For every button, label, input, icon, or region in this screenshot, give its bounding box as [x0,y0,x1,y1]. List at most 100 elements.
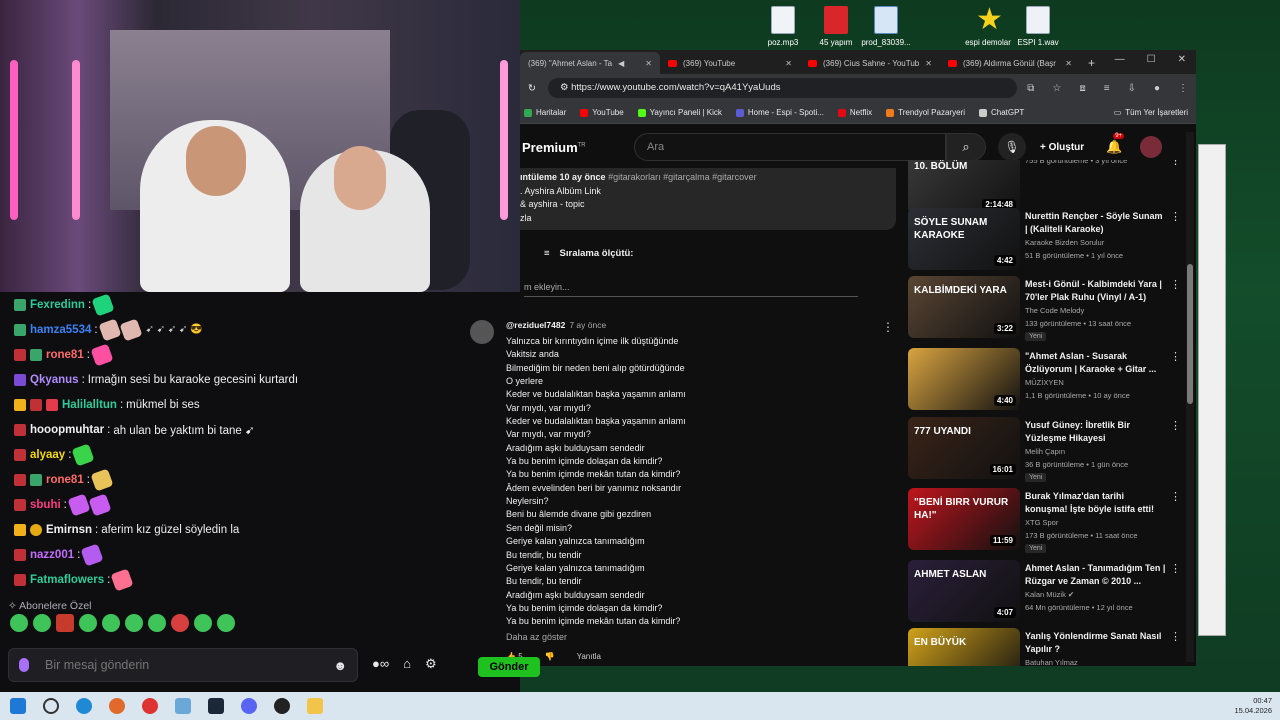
chrome-icon[interactable] [142,698,158,714]
file-explorer-icon[interactable] [307,698,323,714]
emote[interactable] [171,614,189,632]
video-title[interactable]: Mest-i Gönül - Kalbimdeki Yara | 70'ler … [1025,278,1167,304]
emote-icon[interactable] [110,567,134,592]
video-title[interactable]: Nurettin Rençber - Söyle Sunam | (Kalite… [1025,210,1167,236]
search-input[interactable]: Ara [634,133,946,161]
mod-badge-icon[interactable] [30,398,42,411]
emote-icon[interactable] [88,492,112,517]
bookmark-item[interactable]: Home - Espi - Spoti... [735,108,824,117]
chat-username[interactable]: nazz001 [30,549,74,561]
tab-aldirma-gonul[interactable]: (369) Aldırma Gönül (Başr ✕ [940,52,1080,74]
chat-username[interactable]: sbuhi [30,499,61,511]
install-icon[interactable]: ⧉ [1027,83,1034,94]
reply-button[interactable]: Yanıtla [577,652,601,661]
emote[interactable] [148,614,166,632]
one-badge-icon[interactable] [30,523,42,536]
microphone-icon[interactable]: 🎙 [998,133,1026,161]
video-thumbnail[interactable]: 10. BÖLÜM 2:14:48 [908,160,1020,214]
close-icon[interactable]: ✕ [1065,59,1072,68]
emote[interactable] [125,614,143,632]
avatar[interactable] [470,320,494,344]
minimize-icon[interactable]: — [1115,54,1125,65]
close-icon[interactable]: ✕ [925,59,932,68]
sub-badge-icon[interactable] [30,473,42,486]
video-thumbnail[interactable]: KALBİMDEKİ YARA 3:22 [908,276,1020,338]
video-thumbnail[interactable]: EN BÜYÜK [908,628,1020,666]
edge-icon[interactable] [76,698,92,714]
scrollbar[interactable] [1186,132,1194,662]
more-options-icon[interactable]: ⋮ [1170,630,1181,643]
steam-icon[interactable] [208,698,224,714]
chat-username[interactable]: Fexredinn [30,299,85,311]
reload-icon[interactable]: ↻ [528,83,536,94]
mod-badge-icon[interactable] [14,473,26,486]
scrollbar-thumb[interactable] [1187,264,1193,404]
chat-username[interactable]: Fatmaflowers [30,574,104,586]
bookmark-star-icon[interactable]: ☆ [1052,83,1061,94]
chat-username[interactable]: hamza5534 [30,324,91,336]
video-thumbnail[interactable]: 777 UYANDI 16:01 [908,417,1020,479]
chat-username[interactable]: hooopmuhtar [30,424,104,436]
desktop-icon-wav[interactable]: ESPI 1.wav [1008,6,1068,47]
bookmark-item[interactable]: ChatGPT [978,108,1024,117]
recommended-video[interactable]: 4:40 "Ahmet Aslan - Susarak Özlüyorum | K… [908,348,1184,412]
menu-icon[interactable]: ⋮ [1178,83,1188,94]
emote-icon[interactable] [98,317,122,342]
mod-badge-icon[interactable] [14,498,26,511]
extensions-icon[interactable]: ⧈ [1079,83,1085,94]
maximize-icon[interactable]: ☐ [1147,54,1156,65]
bookmark-item[interactable]: Trendyol Pazaryeri [886,108,965,117]
video-thumbnail[interactable]: SÖYLE SUNAM KARAOKE 4:42 [908,208,1020,270]
sort-comments-button[interactable]: ≡ Sıralama ölçütü: [544,248,633,259]
more-options-icon[interactable]: ⋮ [1170,278,1181,291]
mod-badge-icon[interactable] [14,348,26,361]
emote[interactable] [217,614,235,632]
close-icon[interactable]: ✕ [785,59,792,68]
youtube-logo[interactable]: PremiumTR [522,140,634,155]
more-options-icon[interactable]: ⋮ [1170,562,1181,575]
channel-name[interactable]: Kalan Müzik ✔ [1025,590,1074,599]
chat-username[interactable]: Emirnsn [46,524,92,536]
recommended-video[interactable]: AHMET ASLAN 4:07 Ahmet Aslan - Tanımadığım… [908,560,1184,624]
discord-icon[interactable] [241,698,257,714]
new-tab-button[interactable]: + [1080,56,1103,74]
tab-youtube[interactable]: (369) YouTube ✕ [660,52,800,74]
emote[interactable] [56,614,74,632]
close-icon[interactable]: ✕ [645,59,652,68]
emote-icon[interactable] [90,467,114,492]
video-title[interactable]: Ahmet Aslan - Tanımadığım Ten | Rüzgar v… [1025,562,1167,588]
app-icon[interactable] [175,698,191,714]
bookmark-item[interactable]: Haritalar [524,108,566,117]
more-options-icon[interactable]: ⋮ [1170,419,1181,432]
video-title[interactable]: Burak Yılmaz'dan tarihi konuşma! İşte bö… [1025,490,1167,516]
mod-badge-icon[interactable] [14,548,26,561]
bookmark-item[interactable]: YouTube [580,108,624,117]
sub-badge-icon[interactable] [14,298,26,311]
crown-badge-icon[interactable] [14,398,26,411]
video-thumbnail[interactable]: "BENİ BIRR VURUR HA!" 11:59 [908,488,1020,550]
more-options-icon[interactable]: ⋮ [1170,490,1181,503]
recommended-video[interactable]: SÖYLE SUNAM KARAOKE 4:42 Nurettin Rençber … [908,208,1184,272]
mod-badge-icon[interactable] [14,423,26,436]
search-icon[interactable] [43,698,59,714]
sub-badge-icon[interactable] [14,323,26,336]
dislike-icon[interactable]: 👎 [545,652,555,661]
all-bookmarks-button[interactable]: ▭ Tüm Yer İşaretleri [1114,108,1188,117]
desktop-icon-mp3[interactable]: poz.mp3 [753,6,813,47]
recommended-video[interactable]: "BENİ BIRR VURUR HA!" 11:59 Burak Yılmaz'd… [908,488,1184,553]
send-button[interactable]: Gönder [478,657,540,677]
vip-badge-icon[interactable] [14,373,26,386]
video-title[interactable]: Yanlış Yönlendirme Sanatı Nasıl Yapılır … [1025,630,1167,656]
video-thumbnail[interactable]: 4:40 [908,348,1020,410]
emote-icon[interactable] [91,292,115,317]
microphone-icon[interactable] [19,658,29,672]
create-button[interactable]: + Oluştur [1040,142,1084,153]
gift-badge-icon[interactable] [46,398,58,411]
tab-ahmet-aslan[interactable]: (369) "Ahmet Aslan - Ta ◀ ✕ [520,52,660,74]
add-comment-input[interactable]: m ekleyin... [524,282,858,297]
emote[interactable] [102,614,120,632]
chat-input-box[interactable]: ☻ [8,648,358,682]
channel-name[interactable]: Batuhan Yılmaz [1025,658,1078,666]
more-options-icon[interactable]: ⋮ [1170,210,1181,223]
more-options-icon[interactable]: ⋮ [1170,350,1181,363]
